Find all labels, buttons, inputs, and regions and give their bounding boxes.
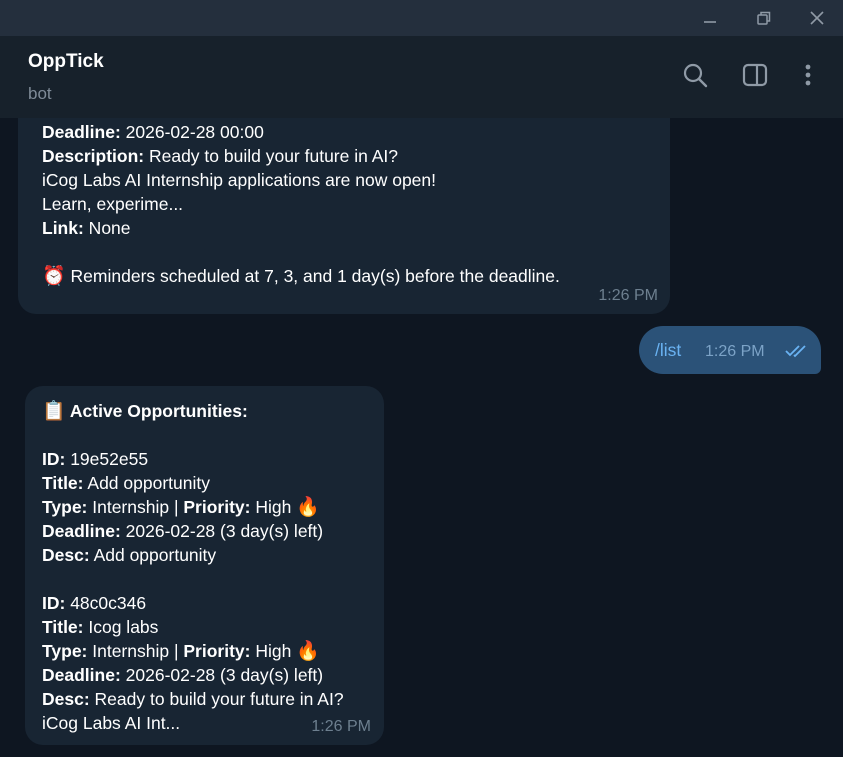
deadline-label: Deadline: [42, 665, 121, 685]
title-value: Add opportunity [83, 473, 210, 493]
message-bubble-outgoing[interactable]: /list 1:26 PM [639, 326, 821, 374]
description-line-3: Learn, experime... [42, 194, 184, 214]
title-label: Title: [42, 473, 84, 493]
deadline-label: Deadline: [42, 521, 121, 541]
description-line-2: iCog Labs AI Internship applications are… [42, 170, 437, 190]
chat-title[interactable]: OppTick [28, 51, 104, 73]
id-label: ID: [42, 449, 66, 469]
link-label: Link: [42, 218, 84, 238]
message-bubble-incoming[interactable]: Deadline: 2026-02-28 00:00 Description: … [18, 118, 670, 314]
item-type-line: Type: Internship | Priority: High 🔥 [42, 495, 384, 519]
message-bubble-incoming-list[interactable]: 📋 Active Opportunities: ID: 19e52e55 Tit… [25, 386, 384, 745]
type-label: Type: [42, 497, 88, 517]
id-value: 48c0c346 [65, 593, 147, 613]
chat-status: bot [28, 84, 52, 103]
list-header: 📋 Active Opportunities: [42, 399, 384, 423]
chat-header: OppTick bot [0, 36, 843, 118]
item-id-line: ID: 48c0c346 [42, 591, 384, 615]
message-time: 1:26 PM [598, 287, 658, 304]
description-value: Ready to build your future in AI? [144, 146, 399, 166]
restore-icon [757, 11, 771, 25]
description-label: Description: [42, 146, 145, 166]
command-text[interactable]: /list [655, 338, 681, 362]
id-value: 19e52e55 [65, 449, 149, 469]
item-desc-line: Desc: Add opportunity [42, 543, 384, 567]
message-time: 1:26 PM [311, 718, 371, 735]
deadline-value: 2026-02-28 00:00 [120, 122, 264, 142]
link-value: None [83, 218, 131, 238]
type-value: Internship | [87, 641, 184, 661]
item-id-line: ID: 19e52e55 [42, 447, 384, 471]
desc-label: Desc: [42, 689, 90, 709]
message-time: 1:26 PM [705, 343, 765, 360]
sidebar-icon [742, 63, 768, 87]
sidebar-toggle-button[interactable] [740, 60, 770, 90]
priority-label: Priority: [183, 641, 251, 661]
type-value: Internship | [87, 497, 184, 517]
restore-button[interactable] [741, 0, 787, 36]
item-title-line: Title: Add opportunity [42, 471, 384, 495]
desc-label: Desc: [42, 545, 90, 565]
alarm-clock-icon: ⏰ [42, 265, 66, 287]
clipboard-icon: 📋 [42, 400, 66, 422]
message-list[interactable]: Deadline: 2026-02-28 00:00 Description: … [0, 118, 843, 757]
fire-icon: 🔥 [296, 640, 320, 662]
priority-value: High [250, 641, 297, 661]
more-menu-button[interactable] [793, 60, 823, 90]
description-line: Description: Ready to build your future … [42, 144, 670, 168]
search-icon [683, 63, 708, 88]
deadline-value: 2026-02-28 (3 day(s) left) [120, 665, 324, 685]
close-window-button[interactable] [794, 0, 840, 36]
minimize-button[interactable] [687, 0, 733, 36]
list-header-text: Active Opportunities: [65, 401, 248, 421]
double-check-icon [785, 345, 806, 358]
fire-icon: 🔥 [296, 496, 320, 518]
link-line: Link: None [42, 216, 670, 240]
id-label: ID: [42, 593, 66, 613]
desc-value: Add opportunity [89, 545, 217, 565]
priority-label: Priority: [183, 497, 251, 517]
close-icon [810, 11, 824, 25]
type-label: Type: [42, 641, 88, 661]
desc-value: Ready to build your future in AI? [89, 689, 344, 709]
priority-value: High [250, 497, 297, 517]
reminder-line: ⏰ Reminders scheduled at 7, 3, and 1 day… [42, 264, 670, 288]
title-value: Icog labs [83, 617, 159, 637]
deadline-line: Deadline: 2026-02-28 00:00 [42, 120, 670, 144]
minimize-icon [704, 21, 716, 23]
title-label: Title: [42, 617, 84, 637]
search-button[interactable] [680, 60, 710, 90]
item-type-line: Type: Internship | Priority: High 🔥 [42, 639, 384, 663]
deadline-value: 2026-02-28 (3 day(s) left) [120, 521, 324, 541]
item-desc-line: Desc: Ready to build your future in AI? [42, 687, 384, 711]
more-vertical-icon [805, 64, 811, 86]
item-title-line: Title: Icog labs [42, 615, 384, 639]
deadline-label: Deadline: [42, 122, 121, 142]
reminder-text: Reminders scheduled at 7, 3, and 1 day(s… [65, 266, 560, 286]
item-deadline-line: Deadline: 2026-02-28 (3 day(s) left) [42, 519, 384, 543]
window-titlebar [0, 0, 843, 36]
item-deadline-line: Deadline: 2026-02-28 (3 day(s) left) [42, 663, 384, 687]
